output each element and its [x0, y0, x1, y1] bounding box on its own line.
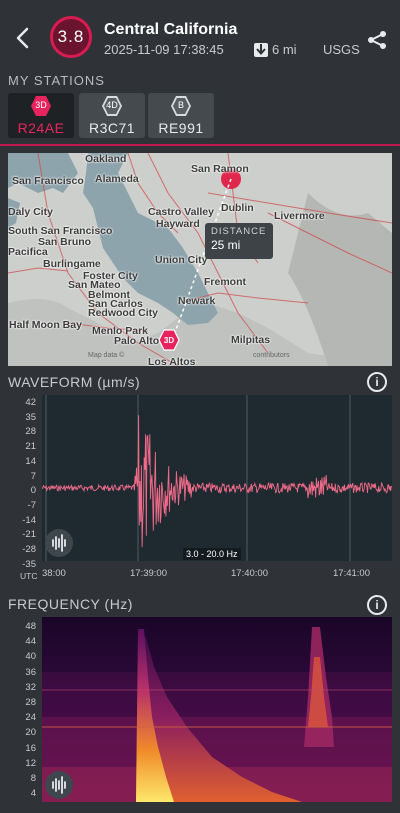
- map-place-label: Palo Alto: [114, 335, 160, 347]
- waveform-label: WAVEFORM (µm/s): [8, 374, 141, 390]
- y-tick-label: -28: [22, 544, 36, 555]
- distance-tooltip: DISTANCE 25 mi: [205, 223, 273, 259]
- map-station-badge-label: 3D: [163, 336, 175, 345]
- map-place-label: Milpitas: [231, 334, 271, 346]
- station-tab-r3c71[interactable]: 4D R3C71: [79, 93, 145, 138]
- map-place-label: Livermore: [274, 210, 325, 222]
- map-attribution: Map data ©: [88, 352, 125, 359]
- share-icon[interactable]: [366, 30, 388, 50]
- station-tab-r24ae[interactable]: 3D R24AE: [8, 93, 74, 138]
- event-datetime: 2025-11-09 17:38:45: [104, 42, 224, 57]
- y-tick-label: 42: [25, 397, 36, 408]
- map-place-label: Newark: [178, 295, 216, 307]
- map-place-label: San Francisco: [12, 175, 84, 187]
- y-tick-label: 0: [30, 485, 36, 497]
- map-attribution-right: contributors: [253, 352, 290, 359]
- station-id: R3C71: [88, 120, 136, 136]
- y-tick-label: -14: [22, 514, 36, 526]
- event-depth: 6 mi: [254, 42, 297, 57]
- spectrogram[interactable]: [42, 617, 392, 802]
- stations-label: MY STATIONS: [8, 73, 105, 88]
- spectrogram-image: [42, 617, 392, 802]
- y-tick-label: 8: [30, 773, 36, 784]
- x-tick-label: 38:00: [42, 568, 66, 579]
- y-tick-label: 14: [25, 455, 36, 467]
- y-tick-label: -21: [22, 529, 36, 541]
- waveform-sound-button[interactable]: [45, 529, 73, 557]
- frequency-sound-button[interactable]: [45, 771, 73, 799]
- sound-wave-icon: [52, 534, 66, 552]
- distance-label: DISTANCE: [211, 226, 267, 237]
- station-tabs: 3D R24AE 4D R3C71 B RE991: [0, 91, 400, 146]
- y-tick-label: 12: [25, 757, 36, 769]
- x-axis-prefix: UTC: [20, 571, 38, 581]
- header: 3.8 Central California 2025-11-09 17:38:…: [0, 0, 400, 70]
- map-place-label: Redwood City: [88, 307, 158, 319]
- station-badge-label: 4D: [106, 100, 118, 110]
- event-title: Central California: [104, 21, 238, 38]
- map-place-label: Half Moon Bay: [9, 319, 82, 331]
- y-tick-label: 20: [25, 727, 36, 739]
- y-tick-label: 40: [25, 651, 36, 663]
- map-place-label: Hayward: [156, 218, 200, 230]
- y-tick-label: 28: [25, 697, 36, 708]
- station-tab-re991[interactable]: B RE991: [148, 93, 214, 138]
- y-tick-label: 48: [25, 621, 36, 632]
- y-tick-label: 4: [30, 788, 36, 800]
- map-place-label: Oakland: [85, 153, 127, 165]
- station-id: RE991: [158, 120, 204, 136]
- y-tick-label: -7: [27, 499, 36, 511]
- map-place-label: Fremont: [204, 276, 246, 288]
- waveform-line: [41, 415, 393, 548]
- map-place-label: Union City: [155, 254, 208, 266]
- distance-value: 25 mi: [211, 238, 241, 252]
- map-place-label: Burlingame: [43, 258, 101, 270]
- y-tick-label: 35: [25, 411, 36, 423]
- y-tick-label: 21: [25, 441, 36, 453]
- station-id: R24AE: [17, 120, 65, 136]
- x-tick-label: 17:41:00: [333, 568, 370, 579]
- map-place-label: Castro Valley: [148, 206, 214, 218]
- station-badge-label: B: [177, 100, 184, 110]
- y-tick-label: -35: [22, 558, 36, 570]
- epicenter-map[interactable]: Oakland San Ramon San Francisco Alameda …: [8, 153, 392, 366]
- map-place-label: Pacifica: [8, 246, 48, 258]
- back-arrow-icon[interactable]: [14, 26, 32, 50]
- y-tick-label: 28: [25, 426, 36, 438]
- y-tick-label: 36: [25, 666, 36, 678]
- y-tick-label: 44: [25, 636, 36, 648]
- y-tick-label: 32: [25, 681, 36, 693]
- station-badge-label: 3D: [35, 100, 47, 110]
- map-place-label: Dublin: [221, 202, 254, 214]
- frequency-label: FREQUENCY (Hz): [8, 596, 133, 612]
- info-icon[interactable]: i: [367, 372, 387, 392]
- map-place-label: Los Altos: [148, 356, 196, 366]
- down-arrow-icon: [254, 42, 268, 57]
- waveform-trace: [41, 395, 393, 561]
- info-icon[interactable]: i: [367, 595, 387, 615]
- magnitude-badge: 3.8: [50, 16, 92, 58]
- y-tick-label: 24: [25, 712, 36, 724]
- waveform-plot[interactable]: [41, 395, 393, 561]
- y-tick-label: 7: [30, 470, 36, 482]
- map-place-label: Alameda: [95, 173, 139, 185]
- x-tick-label: 17:39:00: [130, 568, 167, 579]
- map-place-label: San Ramon: [191, 163, 249, 175]
- depth-value: 6 mi: [272, 42, 297, 57]
- filter-label: 3.0 - 20.0 Hz: [183, 548, 241, 560]
- y-tick-label: 16: [25, 742, 36, 754]
- x-tick-label: 17:40:00: [231, 568, 268, 579]
- sound-wave-icon: [52, 776, 66, 794]
- map-place-label: Daly City: [8, 206, 53, 218]
- event-source: USGS: [323, 42, 360, 57]
